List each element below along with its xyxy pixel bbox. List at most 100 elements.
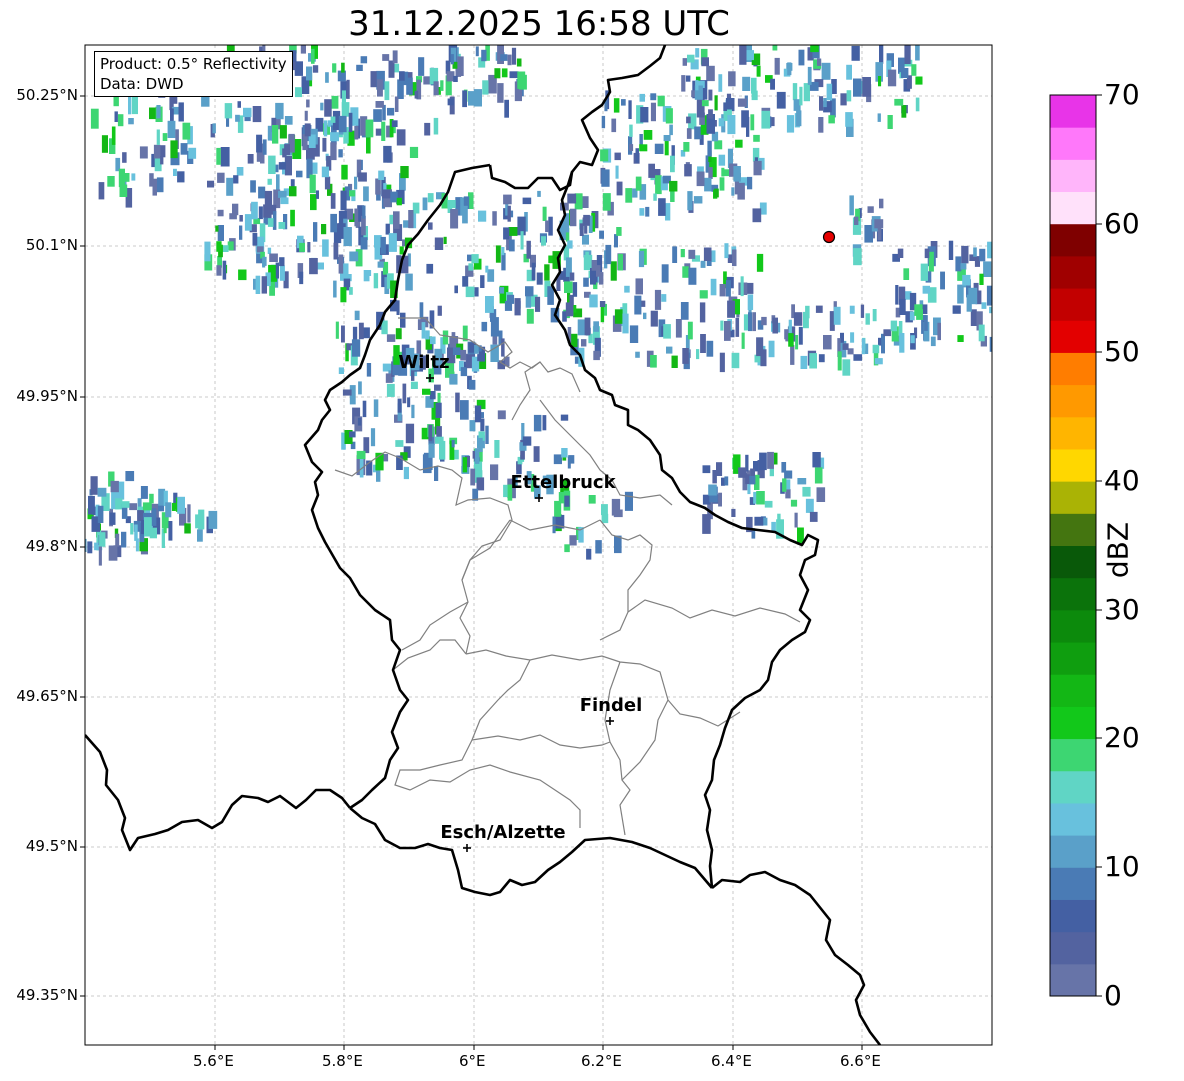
echo-cell <box>899 298 906 315</box>
echo-cell <box>507 294 515 304</box>
echo-cell <box>360 237 368 250</box>
echo-cell <box>665 108 673 124</box>
echo-cell <box>386 383 395 397</box>
echo-cell <box>725 98 735 112</box>
echo-cell <box>333 280 337 298</box>
echo-cell <box>756 253 764 272</box>
echo-cell <box>312 65 319 73</box>
echo-cell <box>407 397 411 408</box>
colorbar-segment <box>1050 255 1096 289</box>
echo-cell <box>714 95 718 111</box>
echo-cell <box>361 215 366 236</box>
echo-cell <box>503 194 512 205</box>
echo-cell <box>217 225 224 241</box>
echo-cell <box>261 276 267 294</box>
echo-cell <box>481 49 487 62</box>
echo-cell <box>88 495 95 515</box>
echo-cell <box>685 75 691 82</box>
echo-cell <box>485 265 489 273</box>
echo-cell <box>708 109 713 119</box>
echo-cell <box>695 48 700 58</box>
echo-cell <box>903 268 910 280</box>
colorbar-segment <box>1050 545 1096 579</box>
echo-cell <box>993 285 996 293</box>
echo-cell <box>226 177 234 196</box>
echo-cell <box>403 466 409 480</box>
echo-cell <box>433 81 439 96</box>
colorbar-segment <box>1050 159 1096 193</box>
echo-cell <box>475 46 479 57</box>
echo-cell <box>450 54 454 65</box>
echo-cell <box>130 523 134 535</box>
echo-cell <box>751 77 757 94</box>
echo-cell <box>582 196 589 208</box>
echo-cell <box>814 467 823 484</box>
echo-cell <box>703 247 712 261</box>
echo-cell <box>708 484 717 496</box>
echo-cell <box>437 305 442 316</box>
echo-cell <box>354 176 358 190</box>
echo-cell <box>279 257 285 267</box>
echo-cell <box>370 428 376 447</box>
echo-cell <box>399 71 405 81</box>
echo-cell <box>615 165 619 179</box>
echo-cell <box>661 294 667 302</box>
echo-cell <box>752 312 756 332</box>
echo-cell <box>178 102 184 122</box>
echo-cell <box>998 280 1007 289</box>
lat-tick-label: 49.95°N <box>16 387 78 405</box>
echo-cell <box>330 142 337 161</box>
echo-cell <box>994 264 1000 273</box>
echo-cell <box>279 125 287 139</box>
echo-cell <box>890 320 898 332</box>
echo-cell <box>447 98 454 106</box>
echo-cell <box>97 505 104 523</box>
echo-cell <box>168 521 173 541</box>
echo-cell <box>719 177 725 191</box>
colorbar-segment <box>1050 320 1096 353</box>
echo-cell <box>340 287 347 303</box>
echo-cell <box>129 503 138 511</box>
echo-cell <box>296 170 303 178</box>
echo-cell <box>821 62 831 80</box>
echo-cell <box>460 400 469 420</box>
echo-cell <box>485 425 489 444</box>
echo-cell <box>601 115 606 129</box>
echo-cell <box>718 74 723 92</box>
echo-cell <box>981 302 987 309</box>
echo-cell <box>375 178 381 195</box>
echo-cell <box>381 320 388 335</box>
echo-cell <box>341 62 345 73</box>
echo-cell <box>131 173 136 181</box>
echo-cell <box>474 345 479 354</box>
echo-cell <box>595 540 602 554</box>
echo-cell <box>564 495 570 507</box>
echo-cell <box>320 102 324 111</box>
echo-cell <box>434 237 444 250</box>
echo-cell <box>222 260 227 280</box>
echo-cell <box>786 115 795 133</box>
echo-cell <box>514 298 521 316</box>
echo-cell <box>940 271 945 290</box>
echo-cell <box>324 99 332 117</box>
colorbar-segment <box>1050 899 1096 933</box>
echo-cell <box>877 113 881 122</box>
echo-cell <box>842 343 849 350</box>
echo-cell <box>759 452 767 471</box>
echo-cell <box>358 322 364 340</box>
echo-cell <box>465 286 475 298</box>
echo-cell <box>511 47 517 65</box>
echo-cell <box>299 242 305 252</box>
echo-cell <box>614 309 623 324</box>
echo-cell <box>761 110 770 129</box>
echo-cell <box>687 321 693 340</box>
echo-cell <box>850 332 855 343</box>
echo-cell <box>693 196 703 204</box>
echo-cell <box>584 225 588 234</box>
echo-cell <box>396 129 406 146</box>
echo-cell <box>987 241 992 259</box>
echo-cell <box>798 49 805 66</box>
echo-cell <box>735 317 740 337</box>
echo-cell <box>220 147 230 167</box>
echo-cell <box>323 120 328 137</box>
